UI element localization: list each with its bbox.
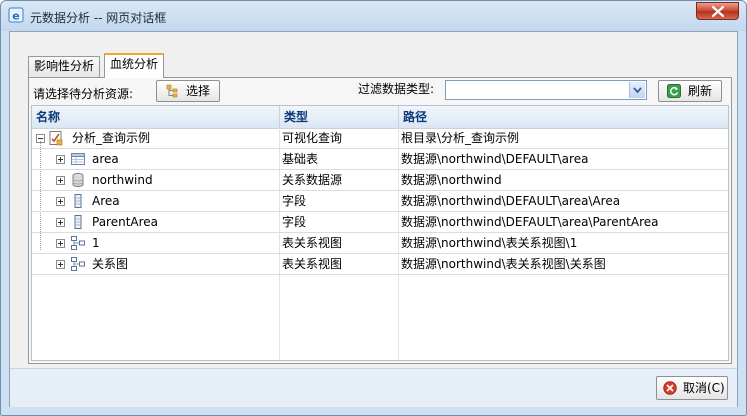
dialog-window: e 元数据分析 -- 网页对话框 影响性分析 血统分析 请选择待分析资源: 选择… — [0, 0, 747, 416]
tab-impact-analysis[interactable]: 影响性分析 — [28, 56, 101, 77]
row-path: 数据源\northwind\DEFAULT\area — [401, 152, 589, 166]
expand-toggle-icon[interactable] — [56, 260, 65, 269]
tab-lineage-analysis[interactable]: 血统分析 — [104, 53, 165, 78]
refresh-button[interactable]: 刷新 — [658, 80, 722, 102]
select-button-label: 选择 — [186, 84, 211, 98]
row-type: 基础表 — [282, 152, 319, 166]
select-resource-button[interactable]: 选择 — [156, 80, 220, 102]
table-row[interactable]: 关系图 表关系视图 数据源\northwind\表关系视图\关系图 — [32, 254, 728, 275]
table-row[interactable]: area 基础表 数据源\northwind\DEFAULT\area — [32, 149, 728, 170]
expand-toggle-icon[interactable] — [56, 155, 65, 164]
chevron-down-icon[interactable] — [629, 82, 645, 98]
column-header-type[interactable]: 类型 — [280, 106, 399, 128]
window-title: 元数据分析 -- 网页对话框 — [30, 11, 167, 25]
relation-view-icon — [71, 236, 85, 250]
row-path: 数据源\northwind\DEFAULT\area\Area — [401, 194, 621, 208]
row-type: 表关系视图 — [282, 236, 343, 250]
row-path: 数据源\northwind\表关系视图\关系图 — [401, 257, 606, 271]
row-name: ParentArea — [92, 215, 159, 229]
dialog-footer: 取消(C) — [10, 368, 737, 407]
row-name: 关系图 — [92, 257, 129, 271]
row-name: Area — [92, 194, 120, 208]
field-icon — [74, 215, 82, 229]
title-bar[interactable]: e 元数据分析 -- 网页对话框 — [1, 1, 746, 31]
cancel-button[interactable]: 取消(C) — [656, 376, 728, 400]
lineage-panel: 请选择待分析资源: 选择 过滤数据类型: 刷新 名称 类型 路径 分析_查询示例… — [28, 77, 732, 364]
svg-text:e: e — [12, 10, 19, 23]
row-type: 可视化查询 — [282, 131, 343, 145]
row-type: 表关系视图 — [282, 257, 343, 271]
tab-label: 影响性分析 — [34, 59, 95, 73]
table-icon — [71, 153, 85, 165]
row-type: 字段 — [282, 215, 307, 229]
cancel-button-label: 取消(C) — [683, 381, 725, 395]
table-row[interactable]: Area 字段 数据源\northwind\DEFAULT\area\Area — [32, 191, 728, 212]
select-tree-icon — [166, 84, 178, 98]
refresh-button-label: 刷新 — [688, 84, 713, 98]
row-path: 数据源\northwind\DEFAULT\area\ParentArea — [401, 215, 659, 229]
row-name: 分析_查询示例 — [72, 131, 151, 145]
column-header-path[interactable]: 路径 — [399, 106, 728, 128]
close-icon — [712, 6, 724, 17]
row-name: area — [92, 152, 119, 166]
tab-label: 血统分析 — [110, 57, 159, 71]
expand-toggle-icon[interactable] — [56, 197, 65, 206]
table-row[interactable]: 1 表关系视图 数据源\northwind\表关系视图\1 — [32, 233, 728, 254]
row-path: 数据源\northwind — [401, 173, 502, 187]
relation-view-icon — [71, 257, 85, 271]
row-type: 字段 — [282, 194, 307, 208]
row-name: 1 — [92, 236, 100, 250]
expand-toggle-icon[interactable] — [56, 218, 65, 227]
grid-header: 名称 类型 路径 — [32, 106, 728, 129]
database-icon — [72, 173, 84, 187]
table-row[interactable]: northwind 关系数据源 数据源\northwind — [32, 170, 728, 191]
column-header-name[interactable]: 名称 — [32, 106, 280, 128]
field-icon — [74, 194, 82, 208]
table-row[interactable]: ParentArea 字段 数据源\northwind\DEFAULT\area… — [32, 212, 728, 233]
lineage-grid: 名称 类型 路径 分析_查询示例 可视化查询 根目录\分析_查询示例 area … — [31, 105, 729, 361]
refresh-icon — [667, 84, 681, 98]
filter-type-select[interactable] — [445, 80, 647, 100]
row-path: 根目录\分析_查询示例 — [401, 131, 520, 145]
table-row[interactable]: 分析_查询示例 可视化查询 根目录\分析_查询示例 — [32, 128, 728, 149]
ie-page-icon: e — [8, 7, 24, 23]
expand-toggle-icon[interactable] — [56, 176, 65, 185]
query-icon — [49, 131, 63, 146]
cancel-icon — [663, 381, 677, 395]
close-button[interactable] — [696, 2, 739, 20]
row-type: 关系数据源 — [282, 173, 343, 187]
row-name: northwind — [92, 173, 153, 187]
row-path: 数据源\northwind\表关系视图\1 — [401, 236, 578, 250]
expand-toggle-icon[interactable] — [56, 239, 65, 248]
filter-label: 过滤数据类型: — [358, 82, 435, 96]
resource-label: 请选择待分析资源: — [33, 87, 134, 101]
dialog-client-area: 影响性分析 血统分析 请选择待分析资源: 选择 过滤数据类型: 刷新 名称 类型… — [9, 31, 738, 407]
